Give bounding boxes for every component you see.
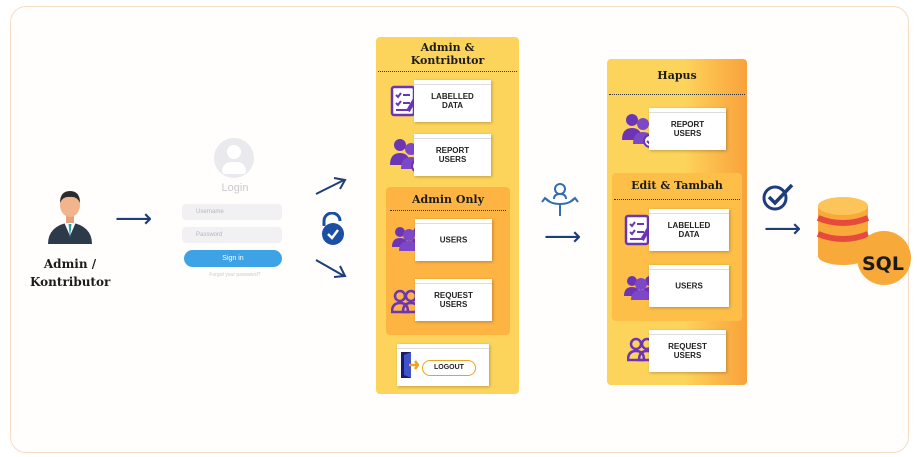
sql-label: SQL: [862, 253, 904, 275]
admin-only-section: Admin Only USERS REQUEST USERS: [386, 187, 510, 335]
hapus-report-users-label: REPORT USERS: [670, 120, 705, 138]
admin-kontributor-title: Admin & Kontributor: [410, 41, 485, 67]
password-field[interactable]: Password: [182, 227, 282, 243]
admin-person-icon: [48, 191, 92, 244]
labelled-data-label: LABELLED DATA: [431, 92, 474, 110]
login-title: Login: [221, 182, 249, 194]
hapus-title: Hapus: [657, 69, 697, 82]
request-users-card: REQUEST USERS: [415, 279, 492, 321]
section-divider: [390, 210, 506, 211]
panel-divider: [378, 71, 517, 72]
edit-users-label: USERS: [675, 281, 703, 291]
signin-button[interactable]: Sign in: [184, 250, 282, 267]
logout-door-icon: [401, 352, 419, 378]
users-label: USERS: [439, 235, 468, 245]
arrow-down-right: [315, 259, 347, 278]
hapus-divider: [609, 94, 745, 95]
edit-tambah-section: Edit & Tambah LABELLED DATA USERS: [612, 173, 742, 321]
admin-kontributor-panel: Admin & Kontributor LABELLED DATA REPORT…: [376, 37, 519, 394]
edit-labelled-data-card: LABELLED DATA: [649, 209, 729, 251]
users-card: USERS: [415, 219, 492, 261]
request-users-label: REQUEST USERS: [434, 291, 473, 309]
actor-label-line2: Kontributor: [30, 275, 111, 289]
actions-panel: Hapus REPORT USERS Edit & Tambah LABELLE…: [607, 59, 747, 385]
edit-request-users-card: REQUEST USERS: [649, 330, 726, 372]
report-users-card: REPORT USERS: [414, 134, 491, 176]
login-avatar-icon: [214, 138, 254, 178]
report-users-label: REPORT USERS: [435, 146, 470, 164]
unlock-check-icon: [322, 212, 344, 245]
admin-only-title: Admin Only: [411, 193, 485, 206]
decision-split-icon: [541, 183, 579, 216]
username-field[interactable]: Username: [182, 204, 282, 220]
login-form: Login Username Password Sign in Forgot y…: [178, 138, 292, 288]
actor-label-line1: Admin /: [43, 257, 97, 271]
edit-labelled-data-label: LABELLED DATA: [667, 221, 711, 239]
edit-tambah-title: Edit & Tambah: [631, 179, 723, 192]
edit-divider: [614, 199, 740, 200]
logout-button[interactable]: LOGOUT: [422, 360, 476, 376]
edit-users-card: USERS: [649, 265, 729, 307]
check-circle-icon: [762, 183, 794, 211]
arrow-up-right: [315, 177, 347, 195]
logout-card: LOGOUT: [397, 344, 489, 386]
arrow-to-database: ⟶: [764, 214, 802, 244]
forgot-password-link[interactable]: Forgot your password?: [178, 272, 292, 278]
arrow-to-login: ⟶: [115, 204, 153, 234]
edit-request-users-label: REQUEST USERS: [668, 342, 707, 360]
arrow-to-actions: ⟶: [544, 222, 582, 252]
labelled-data-card: LABELLED DATA: [414, 80, 491, 122]
hapus-report-users-card: REPORT USERS: [649, 108, 726, 150]
